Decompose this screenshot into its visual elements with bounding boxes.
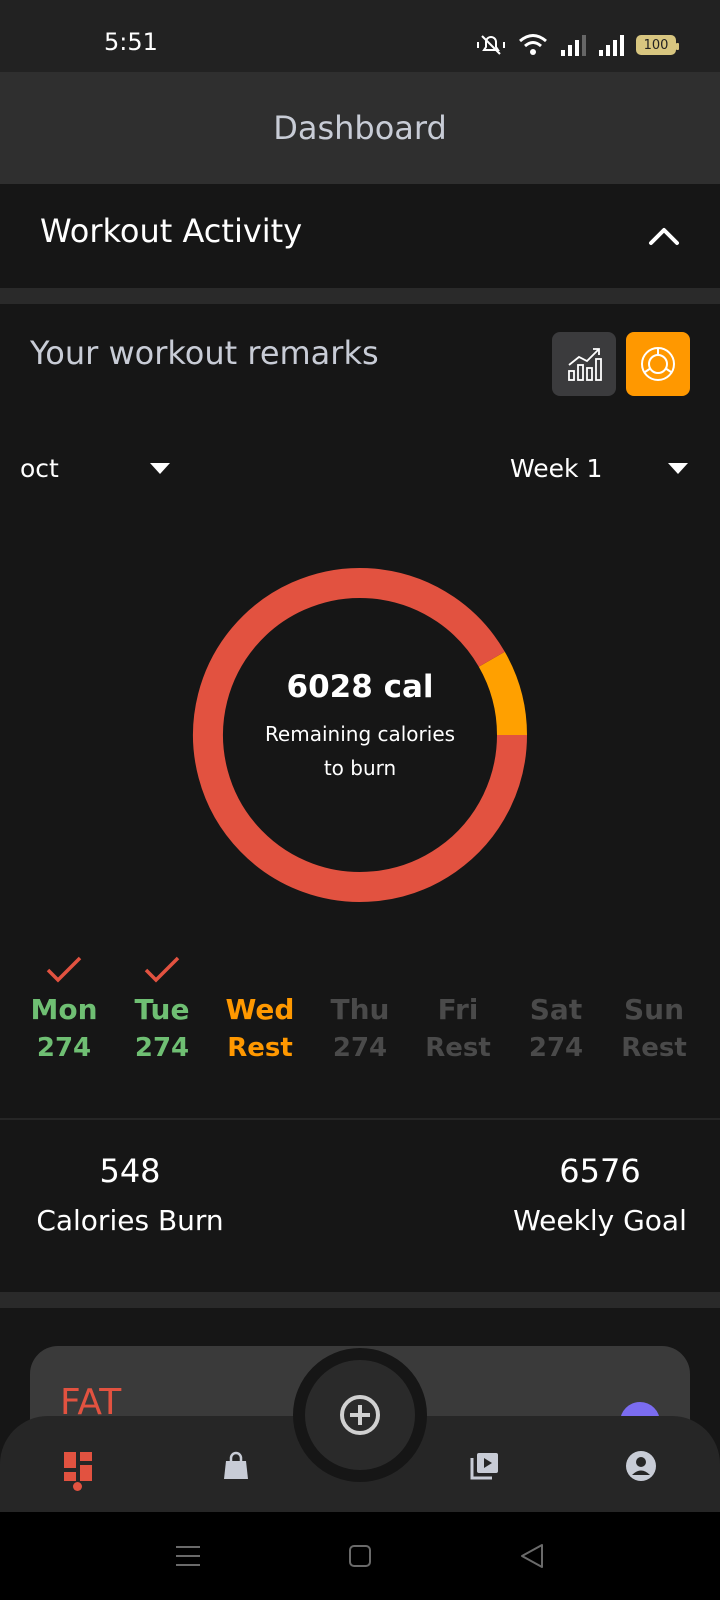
remaining-calories-caption: Remaining calories to burn: [264, 722, 456, 780]
system-home-button[interactable]: [340, 1536, 380, 1576]
day-check: [308, 950, 412, 990]
chart-view-button[interactable]: [552, 332, 616, 396]
calorie-donut-chart: 6028 cal Remaining calories to burn: [190, 565, 530, 905]
status-icons: 100: [476, 30, 679, 60]
calories-burn-label: Calories Burn: [36, 1204, 224, 1237]
week-dropdown[interactable]: Week 1: [510, 448, 688, 488]
day-sun[interactable]: Sun Rest: [602, 950, 706, 1080]
day-value: Rest: [227, 1033, 293, 1063]
day-mon[interactable]: Mon 274: [12, 950, 116, 1080]
status-time: 5:51: [104, 28, 158, 56]
weekly-goal-value: 6576: [559, 1152, 641, 1190]
day-name: Sat: [529, 993, 583, 1026]
card-divider: [0, 1292, 720, 1308]
day-value: Rest: [425, 1033, 491, 1063]
signal-icon: [561, 35, 586, 56]
calories-burn-value: 548: [99, 1152, 161, 1190]
day-sat[interactable]: Sat 274: [504, 950, 608, 1080]
caret-down-icon: [150, 462, 170, 474]
signal-icon-2: [599, 35, 624, 56]
mute-bell-icon: [477, 35, 505, 55]
nav-profile[interactable]: [611, 1436, 671, 1496]
day-name: Sun: [623, 993, 685, 1026]
remarks-title: Your workout remarks: [30, 334, 379, 372]
stats-divider: [0, 1118, 720, 1120]
day-value: 274: [36, 1033, 92, 1063]
system-navigation-bar: [0, 1512, 720, 1600]
weekly-goal-label: Weekly Goal: [513, 1204, 687, 1237]
day-thu[interactable]: Thu 274: [308, 950, 412, 1080]
weekday-progress: Mon 274 Tue 274 Wed Rest Thu 274 Fri Rest Sat 274 Su…: [12, 950, 708, 1080]
day-value: 274: [134, 1033, 190, 1063]
day-name: Fri: [437, 993, 479, 1026]
day-check: [110, 950, 214, 990]
bar-chart-trend-icon: [568, 348, 602, 381]
active-nav-indicator: [73, 1482, 82, 1491]
day-name: Wed: [225, 993, 295, 1026]
menu-icon: [176, 1546, 200, 1566]
day-name: Tue: [134, 993, 190, 1026]
day-check: [208, 950, 312, 990]
nav-videos[interactable]: [454, 1436, 514, 1496]
add-circle-icon: [340, 1395, 380, 1435]
day-name: Mon: [30, 993, 98, 1026]
status-bar: 5:51 100: [0, 0, 720, 72]
back-triangle-icon: [521, 1544, 543, 1568]
video-library-icon: [470, 1453, 498, 1480]
wifi-icon: [519, 34, 547, 55]
check-icon: [46, 956, 82, 983]
donut-center: 6028 cal Remaining calories to burn: [190, 565, 530, 905]
weekly-goal-stat: 6576 Weekly Goal: [500, 1152, 700, 1237]
day-fri[interactable]: Fri Rest: [406, 950, 510, 1080]
day-wed[interactable]: Wed Rest: [208, 950, 312, 1080]
week-value: Week 1: [510, 453, 603, 483]
day-check: [12, 950, 116, 990]
system-back-button[interactable]: [512, 1536, 552, 1576]
shopping-bag-icon: [224, 1451, 248, 1479]
page-title: Dashboard: [273, 109, 447, 147]
remaining-calories-value: 6028 cal: [286, 669, 434, 705]
section-divider: [0, 288, 720, 304]
day-value: Rest: [621, 1033, 687, 1063]
check-icon: [144, 956, 180, 983]
day-check: [504, 950, 608, 990]
donut-chart-icon: [641, 347, 675, 381]
day-tue[interactable]: Tue 274: [110, 950, 214, 1080]
add-button[interactable]: [305, 1360, 415, 1470]
caret-down-icon: [668, 462, 688, 474]
battery-icon: 100: [636, 35, 679, 55]
day-value: 274: [528, 1033, 584, 1063]
nav-shop[interactable]: [206, 1436, 266, 1496]
app-bar: Dashboard: [0, 72, 720, 184]
day-check: [406, 950, 510, 990]
collapse-toggle[interactable]: [642, 214, 686, 258]
day-check: [602, 950, 706, 990]
system-menu-button[interactable]: [168, 1536, 208, 1576]
donut-view-button[interactable]: [626, 332, 690, 396]
day-value: 274: [332, 1033, 388, 1063]
chevron-up-icon: [649, 228, 679, 245]
dashboard-icon: [64, 1452, 92, 1481]
home-square-icon: [349, 1545, 371, 1567]
workout-activity-header[interactable]: Workout Activity: [0, 184, 720, 288]
section-title: Workout Activity: [40, 212, 303, 250]
calories-burn-stat: 548 Calories Burn: [30, 1152, 230, 1237]
day-name: Thu: [330, 993, 390, 1026]
month-dropdown[interactable]: oct: [20, 448, 170, 488]
account-icon: [626, 1451, 656, 1481]
month-value: oct: [20, 453, 59, 483]
